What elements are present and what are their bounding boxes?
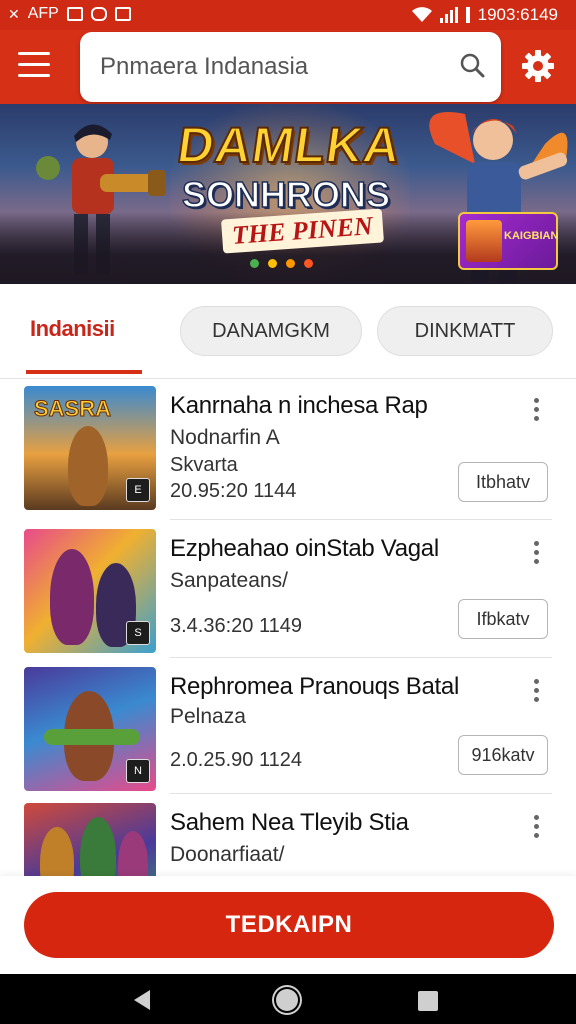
tab-active[interactable]: Indanisii (30, 316, 115, 342)
item-tag-icon: S (126, 621, 150, 645)
item-title: Rephromea Pranouqs Batal (170, 673, 459, 700)
more-options-icon[interactable] (534, 679, 540, 703)
search-input[interactable] (98, 50, 442, 84)
status-left-text: AFP (27, 5, 59, 22)
item-thumbnail (24, 803, 156, 876)
status-left: ✕ AFP (8, 5, 131, 23)
more-options-icon[interactable] (534, 815, 540, 839)
signal-icon (439, 7, 458, 23)
search-bar[interactable] (80, 32, 501, 102)
divider (170, 793, 552, 794)
item-subtitle-2: Skvarta (170, 454, 238, 476)
thumbnail-figure (50, 549, 94, 645)
game-list: SASRA E Kanrnaha n inchesa Rap Nodnarfin… (0, 378, 576, 876)
item-subtitle: Nodnarfin A (170, 426, 280, 449)
thumbnail-figure (118, 831, 148, 876)
carousel-dot[interactable] (286, 259, 295, 268)
item-subtitle: Sanpateans/ (170, 569, 288, 592)
item-title: Ezpheahao oinStab Vagal (170, 535, 439, 562)
gallery-icon (66, 7, 83, 21)
thumbnail-figure (80, 817, 116, 876)
recent-apps-icon[interactable] (418, 991, 438, 1011)
more-options-icon[interactable] (534, 398, 540, 422)
carousel-dot[interactable] (250, 259, 259, 268)
list-item[interactable]: Sahem Nea Tleyib Stia Doonarfiaat/ (0, 795, 576, 876)
divider (170, 657, 552, 658)
badge-image (466, 220, 502, 262)
item-subtitle: Pelnaza (170, 705, 246, 728)
item-action-button[interactable]: Ifbkatv (458, 599, 548, 639)
search-icon[interactable] (459, 52, 485, 78)
primary-action-button[interactable]: TEDKAIPN (24, 892, 554, 958)
carousel-dot[interactable] (304, 259, 313, 268)
item-meta: 2.0.25.90 1124 (170, 749, 302, 771)
banner-game-badge[interactable]: KAIGBIAN (458, 212, 558, 270)
system-nav-bar (0, 974, 576, 1024)
tab-pill-2[interactable]: DANAMGKM (180, 306, 362, 356)
notification-icon: ✕ (8, 5, 20, 22)
home-icon[interactable] (276, 989, 298, 1011)
banner-title: DAMLKA (173, 116, 406, 174)
carousel-dots[interactable] (250, 259, 313, 268)
back-icon[interactable] (134, 990, 150, 1010)
wifi-icon (411, 7, 432, 22)
item-meta: 20.95:20 1144 (170, 480, 297, 502)
badge-text: KAIGBIAN (504, 230, 559, 242)
carousel-dot[interactable] (268, 259, 277, 268)
list-item[interactable]: S Ezpheahao oinStab Vagal Sanpateans/ 3.… (0, 521, 576, 659)
item-meta: 3.4.36:20 1149 (170, 615, 302, 637)
item-tag-icon: E (126, 478, 150, 502)
thumbnail-figure (68, 426, 108, 506)
tab-active-indicator (26, 370, 142, 374)
status-bar: ✕ AFP 1903:6149 (0, 0, 576, 30)
item-thumbnail: N (24, 667, 156, 791)
item-tag-icon: N (126, 759, 150, 783)
status-time: 1903:6149 (477, 5, 558, 24)
thumbnail-figure (44, 729, 140, 745)
status-right: 1903:6149 (411, 5, 558, 25)
menu-icon[interactable] (18, 52, 50, 82)
message-icon (90, 7, 107, 21)
app-bar (0, 30, 576, 104)
list-item[interactable]: N Rephromea Pranouqs Batal Pelnaza 2.0.2… (0, 659, 576, 797)
gear-icon[interactable] (520, 48, 556, 84)
bottom-action-area: TEDKAIPN (0, 876, 576, 974)
more-options-icon[interactable] (534, 541, 540, 565)
list-item[interactable]: SASRA E Kanrnaha n inchesa Rap Nodnarfin… (0, 378, 576, 516)
item-thumbnail: SASRA E (24, 386, 156, 510)
mail-icon (114, 7, 131, 21)
battery-icon (465, 7, 470, 23)
item-thumbnail: S (24, 529, 156, 653)
tab-pill-3[interactable]: DINKMATT (377, 306, 553, 356)
item-title: Sahem Nea Tleyib Stia (170, 809, 409, 836)
item-title: Kanrnaha n inchesa Rap (170, 392, 428, 419)
divider (170, 519, 552, 520)
item-action-button[interactable]: 916katv (458, 735, 548, 775)
item-subtitle: Doonarfiaat/ (170, 843, 285, 866)
thumbnail-logo-text: SASRA (33, 396, 112, 422)
thumbnail-figure (40, 827, 74, 876)
item-action-button[interactable]: Itbhatv (458, 462, 548, 502)
category-tabs: Indanisii DANAMGKM DINKMATT (0, 284, 576, 379)
